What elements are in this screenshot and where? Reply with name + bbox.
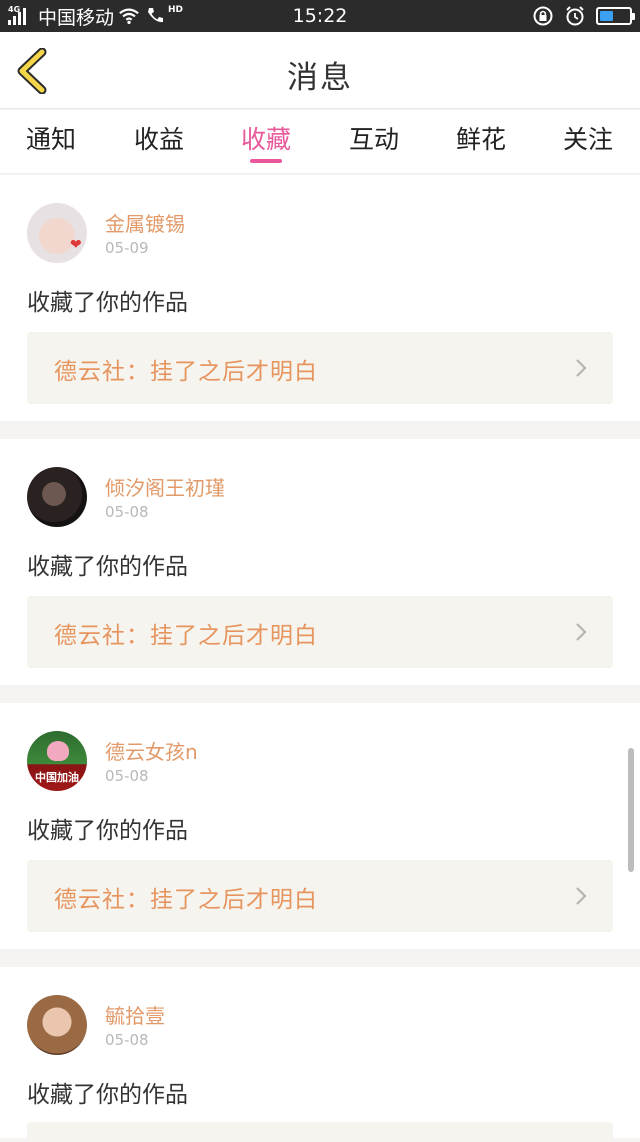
list-item: 中国加油 德云女孩n 05-08 收藏了你的作品 德云社：挂了之后才明白 [0, 703, 640, 949]
tab-label: 通知 [25, 125, 76, 154]
user-name[interactable]: 毓拾壹 [105, 1000, 165, 1029]
list-item: ❤ 金属镀锡 05-09 收藏了你的作品 德云社：挂了之后才明白 [0, 175, 640, 421]
status-bar: 4G 中国移动 HD 15:22 [0, 0, 640, 32]
tab-earnings[interactable]: 收益 [119, 120, 199, 174]
action-text: 收藏了你的作品 [27, 1082, 188, 1108]
avatar[interactable] [27, 467, 87, 527]
chevron-right-icon [576, 623, 587, 641]
tab-flowers[interactable]: 鲜花 [441, 120, 521, 174]
user-name[interactable]: 德云女孩n [105, 736, 198, 765]
post-date: 05-08 [105, 1031, 149, 1049]
tab-label: 互动 [348, 125, 399, 154]
work-link[interactable]: 德云社：挂了之后才明白 [27, 332, 613, 404]
tab-label: 收藏 [240, 125, 291, 154]
avatar[interactable]: 中国加油 [27, 731, 87, 791]
list-item: 毓拾壹 05-08 收藏了你的作品 [0, 967, 640, 1142]
battery-level [600, 11, 613, 21]
nav-bar: 消息 [0, 32, 640, 109]
action-text: 收藏了你的作品 [27, 818, 188, 844]
action-text: 收藏了你的作品 [27, 290, 188, 316]
user-name[interactable]: 金属镀锡 [105, 208, 185, 237]
post-date: 05-08 [105, 503, 149, 521]
tab-favorites[interactable]: 收藏 [226, 120, 306, 174]
alarm-icon [566, 6, 584, 26]
tab-following[interactable]: 关注 [548, 120, 628, 174]
lotus-image [47, 741, 69, 761]
tab-label: 鲜花 [455, 125, 506, 154]
work-link[interactable] [27, 1122, 613, 1142]
tab-interactions[interactable]: 互动 [334, 120, 414, 174]
rotation-lock-icon [533, 6, 553, 26]
post-date: 05-09 [105, 239, 149, 257]
heart-icon: ❤ [70, 237, 82, 253]
tab-label: 关注 [562, 125, 613, 154]
avatar[interactable] [27, 995, 87, 1055]
work-link[interactable]: 德云社：挂了之后才明白 [27, 860, 613, 932]
action-text: 收藏了你的作品 [27, 554, 188, 580]
avatar-caption: 中国加油 [35, 771, 79, 784]
work-link[interactable]: 德云社：挂了之后才明白 [27, 596, 613, 668]
tab-notifications[interactable]: 通知 [11, 120, 91, 174]
post-date: 05-08 [105, 767, 149, 785]
work-title: 德云社：挂了之后才明白 [54, 359, 318, 385]
status-right [532, 0, 635, 32]
list-item: 倾汐阁王初瑾 05-08 收藏了你的作品 德云社：挂了之后才明白 [0, 439, 640, 685]
work-title: 德云社：挂了之后才明白 [54, 887, 318, 913]
avatar[interactable] [27, 203, 87, 263]
tab-bar: 通知 收益 收藏 互动 鲜花 关注 [0, 110, 640, 174]
active-tab-indicator [250, 159, 282, 163]
chevron-right-icon [576, 359, 587, 377]
scrollbar[interactable] [628, 748, 634, 872]
user-name[interactable]: 倾汐阁王初瑾 [105, 472, 225, 501]
tab-label: 收益 [133, 125, 184, 154]
work-title: 德云社：挂了之后才明白 [54, 623, 318, 649]
battery-icon [596, 7, 635, 25]
page-title: 消息 [287, 60, 353, 96]
chevron-right-icon [576, 887, 587, 905]
